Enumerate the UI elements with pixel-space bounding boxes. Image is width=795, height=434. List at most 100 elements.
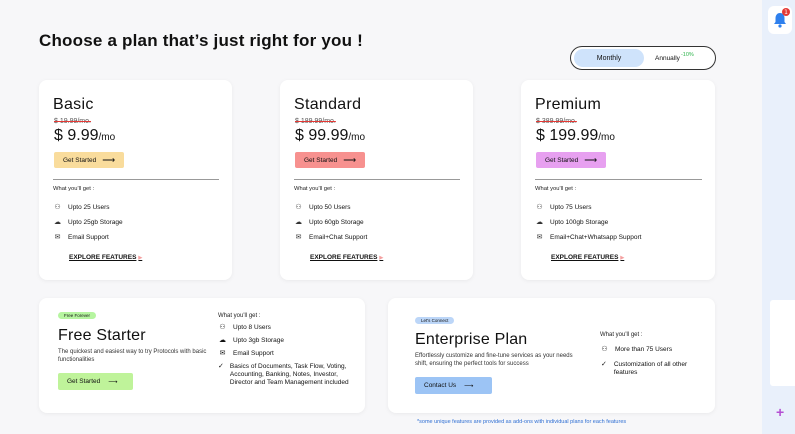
contact-us-label: Contact Us bbox=[424, 382, 457, 389]
mail-icon: ✉ bbox=[536, 234, 543, 241]
arrow-right-icon: ⟶ bbox=[343, 154, 357, 165]
mail-icon: ✉ bbox=[54, 234, 61, 241]
plan-feature-label: Upto 25 Users bbox=[68, 203, 110, 211]
what-you-get-label: What you'll get : bbox=[535, 186, 577, 192]
add-icon[interactable]: + bbox=[776, 404, 784, 420]
cloud-icon: ☁ bbox=[295, 219, 302, 226]
free-feature: ⚇ Upto 8 Users bbox=[218, 324, 271, 332]
free-feature: ✉ Email Support bbox=[218, 350, 274, 358]
plan-feature: ☁ Upto 100gb Storage bbox=[535, 218, 609, 227]
get-started-label: Get Started bbox=[63, 156, 97, 164]
plan-card-premium: Premium $ 389.99/mo. $ 199.99/mo Get Sta… bbox=[521, 80, 715, 280]
free-plan-name: Free Starter bbox=[58, 327, 146, 344]
get-started-label: Get Started bbox=[304, 156, 338, 164]
explore-features-link[interactable]: EXPLORE FEATURES ▶ bbox=[551, 254, 624, 261]
billing-toggle[interactable]: Monthly Annually -10% bbox=[570, 46, 716, 70]
plan-feature-label: Upto 25gb Storage bbox=[68, 218, 123, 226]
free-plan-description: The quickest and easiest way to try Prot… bbox=[58, 349, 207, 363]
plan-feature-label: Email Support bbox=[68, 233, 109, 241]
user-icon: ⚇ bbox=[54, 204, 61, 211]
plan-feature-label: Upto 50 Users bbox=[309, 203, 351, 211]
enterprise-card: Let's Connect Enterprise Plan Effortless… bbox=[388, 298, 715, 413]
free-starter-card: Free Forever Free Starter The quickest a… bbox=[39, 298, 365, 413]
enterprise-feature: ✓ Customization of all other features bbox=[600, 361, 700, 377]
what-you-get-label: What you'll get : bbox=[294, 186, 336, 192]
monthly-option[interactable]: Monthly bbox=[574, 49, 644, 67]
plan-old-price: $ 189.99/mo. bbox=[295, 118, 336, 125]
divider bbox=[53, 179, 219, 180]
annually-label: Annually bbox=[655, 54, 680, 62]
plan-feature-label: Upto 75 Users bbox=[550, 203, 592, 211]
free-feature-label: Email Support bbox=[233, 350, 274, 357]
plan-old-price: $ 389.99/mo. bbox=[536, 118, 577, 125]
get-started-button[interactable]: Get Started ⟶ bbox=[54, 152, 124, 168]
footnote: *some unique features are provided as ad… bbox=[417, 419, 627, 425]
free-feature: ✓ Basics of Documents, Task Flow, Voting,… bbox=[218, 363, 358, 386]
plan-name: Premium bbox=[535, 96, 602, 113]
free-feature-label: Upto 3gb Storage bbox=[233, 337, 284, 344]
plan-name: Standard bbox=[294, 96, 362, 113]
divider bbox=[294, 179, 460, 180]
plan-name: Basic bbox=[53, 96, 94, 113]
arrow-right-icon: ⟶ bbox=[102, 154, 116, 165]
free-forever-tag: Free Forever bbox=[58, 312, 97, 319]
explore-features-label: EXPLORE FEATURES bbox=[69, 254, 137, 261]
side-panel bbox=[770, 300, 795, 386]
plan-price-period: /mo bbox=[598, 132, 615, 143]
check-icon: ✓ bbox=[218, 363, 224, 370]
plan-feature-label: Upto 60gb Storage bbox=[309, 218, 364, 226]
free-get-started-button[interactable]: Get Started ⟶ bbox=[58, 373, 133, 390]
play-icon: ▶ bbox=[620, 254, 625, 261]
enterprise-plan-name: Enterprise Plan bbox=[415, 331, 528, 348]
explore-features-link[interactable]: EXPLORE FEATURES ▶ bbox=[310, 254, 383, 261]
user-icon: ⚇ bbox=[601, 346, 608, 353]
main-content: Choose a plan that’s just right for you … bbox=[0, 0, 762, 434]
free-feature-label: Upto 8 Users bbox=[233, 324, 271, 331]
check-icon: ✓ bbox=[600, 361, 607, 368]
enterprise-feature-label: Customization of all other features bbox=[613, 361, 688, 376]
user-icon: ⚇ bbox=[295, 204, 302, 211]
plan-card-standard: Standard $ 189.99/mo. $ 99.99/mo Get Sta… bbox=[280, 80, 473, 280]
arrow-right-icon: ⟶ bbox=[464, 382, 474, 390]
get-started-label: Get Started bbox=[545, 156, 579, 164]
arrow-right-icon: ⟶ bbox=[108, 378, 118, 386]
plan-price-amount: $ 199.99 bbox=[536, 127, 599, 144]
plan-card-basic: Basic $ 19.99/mo. $ 9.99/mo Get Started … bbox=[39, 80, 232, 280]
plan-feature: ✉ Email+Chat Support bbox=[294, 233, 368, 242]
contact-us-button[interactable]: Contact Us ⟶ bbox=[415, 377, 492, 394]
get-started-button[interactable]: Get Started ⟶ bbox=[536, 152, 606, 168]
plan-price-amount: $ 9.99 bbox=[54, 127, 99, 144]
plan-feature-label: Email+Chat+Whatsapp Support bbox=[550, 233, 642, 241]
mail-icon: ✉ bbox=[219, 350, 226, 357]
enterprise-feature-label: More than 75 Users bbox=[615, 346, 673, 353]
notification-badge: 1 bbox=[782, 8, 790, 16]
plan-feature: ⚇ Upto 50 Users bbox=[294, 203, 351, 212]
explore-features-link[interactable]: EXPLORE FEATURES ▶ bbox=[69, 254, 142, 261]
plan-price: $ 9.99/mo bbox=[54, 127, 115, 145]
plan-feature-label: Email+Chat Support bbox=[309, 233, 368, 241]
mail-icon: ✉ bbox=[295, 234, 302, 241]
plan-price: $ 199.99/mo bbox=[536, 127, 615, 145]
play-icon: ▶ bbox=[138, 254, 143, 261]
plan-feature: ⚇ Upto 75 Users bbox=[535, 203, 592, 212]
get-started-button[interactable]: Get Started ⟶ bbox=[295, 152, 365, 168]
what-you-get-label: What you'll get : bbox=[53, 186, 95, 192]
plan-feature: ✉ Email+Chat+Whatsapp Support bbox=[535, 233, 642, 242]
plan-feature: ✉ Email Support bbox=[53, 233, 109, 242]
plan-feature: ☁ Upto 60gb Storage bbox=[294, 218, 364, 227]
plan-price-amount: $ 99.99 bbox=[295, 127, 349, 144]
free-what-you-get: What you'll get : bbox=[218, 313, 261, 319]
cloud-icon: ☁ bbox=[54, 219, 61, 226]
divider bbox=[535, 179, 702, 180]
plan-price: $ 99.99/mo bbox=[295, 127, 365, 145]
explore-features-label: EXPLORE FEATURES bbox=[310, 254, 378, 261]
play-icon: ▶ bbox=[379, 254, 384, 261]
plan-price-period: /mo bbox=[98, 132, 116, 143]
plan-feature-label: Upto 100gb Storage bbox=[550, 218, 609, 226]
explore-features-label: EXPLORE FEATURES bbox=[551, 254, 619, 261]
annually-option[interactable]: Annually -10% bbox=[655, 49, 694, 67]
notification-button[interactable]: 1 bbox=[768, 6, 792, 34]
user-icon: ⚇ bbox=[219, 324, 226, 331]
cloud-icon: ☁ bbox=[219, 337, 226, 344]
arrow-right-icon: ⟶ bbox=[584, 154, 598, 165]
